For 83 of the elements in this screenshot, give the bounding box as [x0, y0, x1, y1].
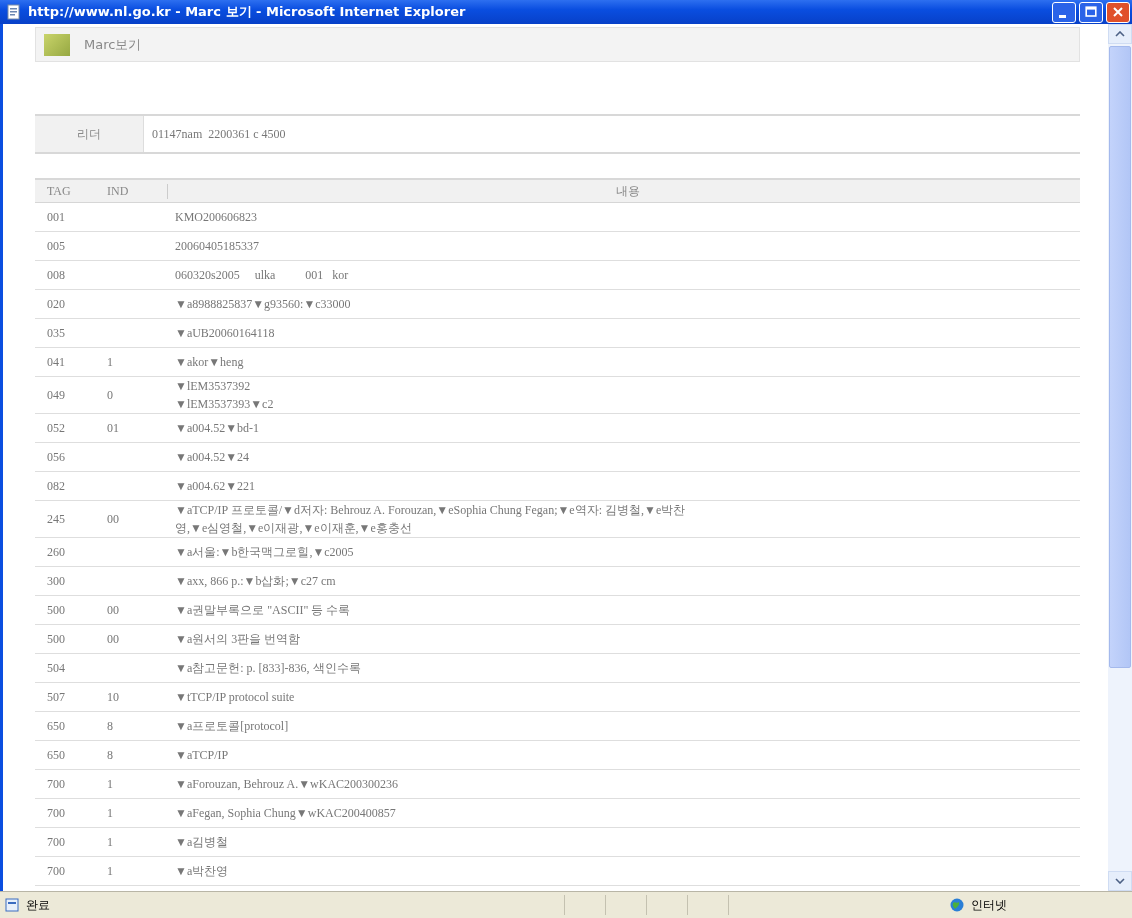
table-cell-text: 1 [106, 805, 114, 822]
page-icon [6, 4, 22, 20]
table-cell-text: 005 [46, 238, 66, 255]
table-cell-text: ▼aTCP/IP 프로토콜/▼d저자: Behrouz A. Forouzan,▼eSophia Chung Fegan;▼e역자: 김병철,▼e박찬 영,▼e심영철,▼e이재광,▼e이재훈,▼e홍충선 [174, 502, 687, 537]
caret-down-icon [1115, 878, 1125, 884]
table-cell-text: 10 [106, 689, 120, 706]
table-cell-text: 060320s2005 ulka 001 kor [174, 267, 350, 284]
column-header: IND [101, 183, 168, 199]
table-cell-text: 052 [46, 420, 66, 437]
table-cell-text: ▼tTCP/IP protocol suite [174, 689, 296, 706]
table-cell-text: ▼aFegan, Sophia Chung▼wKAC200400857 [174, 805, 397, 822]
table-cell-text: 020 [46, 296, 66, 313]
table-cell-text: 1 [106, 776, 114, 793]
table-cell-text: ▼a원서의 3판을 번역함 [174, 631, 302, 648]
table-cell-text: ▼aForouzan, Behrouz A.▼wKAC200300236 [174, 776, 400, 793]
status-text: 완료 [26, 896, 50, 914]
table-cell-text: 00 [106, 631, 120, 648]
table-cell-text: 700 [46, 863, 66, 880]
field-value: 01147nam 2200361 c 4500 [152, 126, 286, 142]
table-cell-text: ▼a004.52▼bd-1 [174, 420, 261, 437]
table-cell-text: 650 [46, 718, 66, 735]
table-cell-text: ▼a004.62▼221 [174, 478, 257, 495]
table-cell-text: 041 [46, 354, 66, 371]
table-cell-text: ▼a참고문헌: p. [833]-836, 색인수록 [174, 660, 362, 677]
table-cell-text: 260 [46, 544, 66, 561]
table-cell-text: 00 [106, 511, 120, 528]
table-cell-text: 500 [46, 602, 66, 619]
zone-text: 인터넷 [971, 896, 1007, 914]
table-cell-text: 20060405185337 [174, 238, 260, 255]
table-cell-text: 700 [46, 834, 66, 851]
table-cell-text: 00 [106, 602, 120, 619]
table-cell-text: ▼aTCP/IP [174, 747, 230, 764]
close-button[interactable] [1106, 1, 1130, 23]
scroll-down-button[interactable] [1108, 871, 1132, 891]
column-header: TAG [46, 183, 72, 199]
table-cell-text: 049 [46, 387, 66, 404]
table-cell-text: KMO200606823 [174, 209, 258, 226]
panel-title: Marc보기 [84, 35, 142, 54]
maximize-icon [1083, 4, 1099, 20]
table-cell-text: 1 [106, 834, 114, 851]
scroll-up-button[interactable] [1108, 24, 1132, 44]
table-cell-text: 082 [46, 478, 66, 495]
caret-up-icon [1115, 31, 1125, 37]
table-cell-text: 035 [46, 325, 66, 342]
scroll-thumb[interactable] [1109, 46, 1131, 668]
table-cell-text: ▼akor▼heng [174, 354, 245, 371]
table-cell-text: 0 [106, 387, 114, 404]
table-cell-text: 650 [46, 747, 66, 764]
table-cell-text: ▼aUB20060164118 [174, 325, 276, 342]
table-cell-text: ▼a서울:▼b한국맥그로힐,▼c2005 [174, 544, 355, 561]
table-cell-text: ▼axx, 866 p.:▼b삽화;▼c27 cm [174, 573, 337, 590]
table-cell-text: 245 [46, 511, 66, 528]
table-cell-text: ▼a프로토콜[protocol] [174, 718, 290, 735]
table-cell-text: 8 [106, 718, 114, 735]
table-cell-text: ▼a박찬영 [174, 863, 230, 880]
table-cell-text: ▼a권말부록으로 "ASCII" 등 수록 [174, 602, 352, 619]
table-cell-text: 001 [46, 209, 66, 226]
maximize-button[interactable] [1079, 1, 1103, 23]
globe-icon [949, 897, 965, 913]
table-cell-text: ▼a김병철 [174, 834, 230, 851]
table-cell-text: ▼a8988825837▼g93560:▼c33000 [174, 296, 352, 313]
minimize-button[interactable] [1052, 1, 1076, 23]
scrollbar[interactable] [1108, 24, 1132, 891]
table-cell-text: 1 [106, 354, 114, 371]
table-cell-text: 008 [46, 267, 66, 284]
table-cell-text: ▼lEM3537392 ▼lEM3537393▼c2 [174, 378, 275, 413]
table-cell-text: 504 [46, 660, 66, 677]
table-cell-text: 700 [46, 776, 66, 793]
table-cell-text: 507 [46, 689, 66, 706]
square-icon [44, 33, 70, 56]
table-cell-text: 300 [46, 573, 66, 590]
table-cell-text: ▼a004.52▼24 [174, 449, 251, 466]
minimize-icon [1059, 14, 1066, 18]
page-icon [4, 897, 20, 913]
table-cell-text: 500 [46, 631, 66, 648]
window-title: http://www.nl.go.kr - Marc 보기 - Microsoft Internet Explorer [28, 3, 467, 21]
table-cell-text: 056 [46, 449, 66, 466]
table-cell-text: 700 [46, 805, 66, 822]
table-cell-text: 8 [106, 747, 114, 764]
field-label: 리더 [35, 116, 144, 152]
column-header: 내용 [615, 182, 641, 200]
table-cell-text: 1 [106, 863, 114, 880]
table-cell-text: 01 [106, 420, 120, 437]
